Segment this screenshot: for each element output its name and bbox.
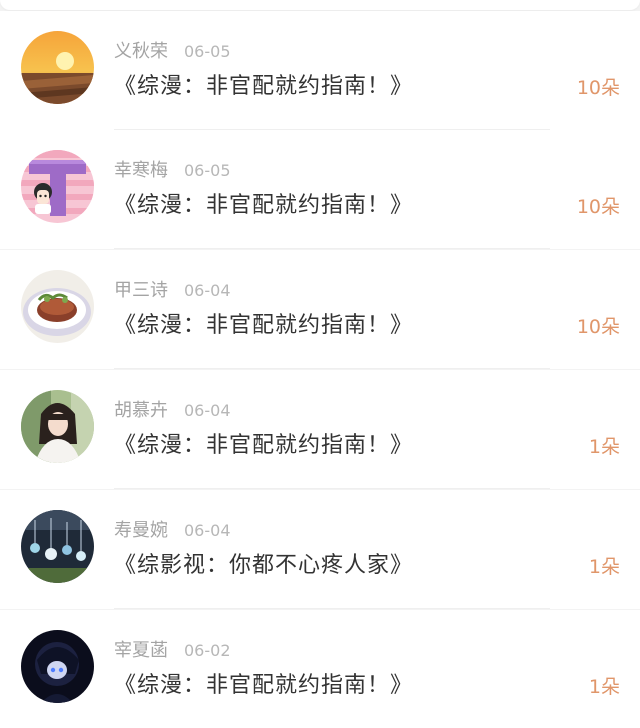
divider xyxy=(114,488,550,489)
flower-count: 1朵 xyxy=(588,556,620,578)
divider xyxy=(114,608,550,609)
girl-photo-avatar-icon[interactable] xyxy=(21,390,94,463)
list-item[interactable]: 宰夏菡 06-02 《综漫：非官配就约指南！》 1朵 xyxy=(0,610,640,728)
book-title[interactable]: 《综漫：非官配就约指南！》 xyxy=(114,670,413,702)
book-title[interactable]: 《综漫：非官配就约指南！》 xyxy=(114,190,413,222)
flower-count: 10朵 xyxy=(576,196,620,218)
list-item[interactable]: 义秋荣 06-05 《综漫：非官配就约指南！》 10朵 xyxy=(0,11,640,130)
list-item[interactable]: 寿曼婉 06-04 《综影视：你都不心疼人家》 1朵 xyxy=(0,490,640,609)
user-name[interactable]: 寿曼婉 xyxy=(114,520,168,541)
user-name[interactable]: 幸寒梅 xyxy=(114,160,168,181)
date: 06-05 xyxy=(184,161,231,180)
flower-count: 10朵 xyxy=(576,77,620,99)
flower-count: 10朵 xyxy=(576,316,620,338)
list-item[interactable]: 甲三诗 06-04 《综漫：非官配就约指南！》 10朵 xyxy=(0,250,640,369)
user-name[interactable]: 宰夏菡 xyxy=(114,640,168,661)
top-card-edge xyxy=(0,0,640,10)
flower-count: 1朵 xyxy=(588,676,620,698)
wind-chimes-avatar-icon[interactable] xyxy=(21,510,94,583)
book-title[interactable]: 《综漫：非官配就约指南！》 xyxy=(114,430,413,462)
letter-t-cartoon-avatar-icon[interactable] xyxy=(21,150,94,223)
divider xyxy=(114,368,550,369)
divider xyxy=(114,248,550,249)
user-name[interactable]: 甲三诗 xyxy=(114,280,168,301)
reward-list: 义秋荣 06-05 《综漫：非官配就约指南！》 10朵 幸寒梅 06-05 《综… xyxy=(0,0,640,728)
date: 06-04 xyxy=(184,521,231,540)
list-item[interactable]: 胡慕卉 06-04 《综漫：非官配就约指南！》 1朵 xyxy=(0,370,640,489)
list-item[interactable]: 幸寒梅 06-05 《综漫：非官配就约指南！》 10朵 xyxy=(0,130,640,249)
date: 06-05 xyxy=(184,42,231,61)
dark-anime-avatar-icon[interactable] xyxy=(21,630,94,703)
user-name[interactable]: 胡慕卉 xyxy=(114,400,168,421)
book-title[interactable]: 《综漫：非官配就约指南！》 xyxy=(114,310,413,342)
user-name[interactable]: 义秋荣 xyxy=(114,41,168,62)
date: 06-04 xyxy=(184,401,231,420)
date: 06-04 xyxy=(184,281,231,300)
book-title[interactable]: 《综漫：非官配就约指南！》 xyxy=(114,71,413,103)
date: 06-02 xyxy=(184,641,231,660)
sunset-field-avatar-icon[interactable] xyxy=(21,31,94,104)
flower-count: 1朵 xyxy=(588,436,620,458)
book-title[interactable]: 《综影视：你都不心疼人家》 xyxy=(114,550,413,582)
food-plate-avatar-icon[interactable] xyxy=(21,270,94,343)
